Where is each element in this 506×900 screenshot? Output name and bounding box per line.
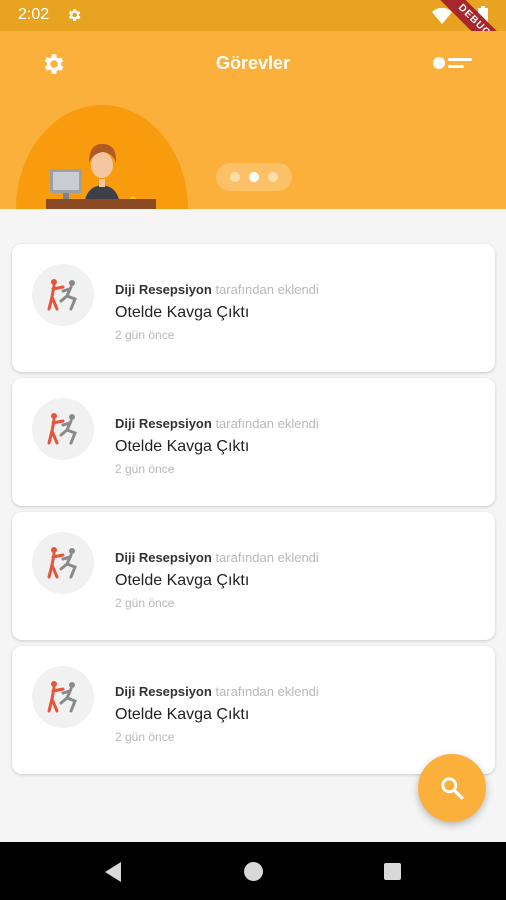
wifi-icon <box>432 8 452 24</box>
task-card[interactable]: Diji Resepsiyon tarafından eklendi Oteld… <box>12 646 495 774</box>
recents-icon[interactable] <box>384 863 401 880</box>
page-dot-2[interactable] <box>249 172 259 182</box>
task-author: Diji Resepsiyon <box>115 684 212 699</box>
task-time: 2 gün önce <box>115 328 175 342</box>
task-avatar <box>32 398 94 460</box>
task-added-by: tarafından eklendi <box>215 550 319 565</box>
task-card[interactable]: Diji Resepsiyon tarafından eklendi Oteld… <box>12 512 495 640</box>
task-author: Diji Resepsiyon <box>115 282 212 297</box>
task-added-by: tarafından eklendi <box>215 282 319 297</box>
back-icon[interactable] <box>103 861 123 883</box>
system-nav-bar <box>0 842 506 900</box>
task-time: 2 gün önce <box>115 730 175 744</box>
task-title: Otelde Kavga Çıktı <box>115 572 250 589</box>
task-avatar <box>32 264 94 326</box>
task-title: Otelde Kavga Çıktı <box>115 304 250 321</box>
task-meta: Diji Resepsiyon tarafından eklendi <box>115 550 319 565</box>
app-header: Görevler <box>0 31 506 209</box>
task-meta: Diji Resepsiyon tarafından eklendi <box>115 282 319 297</box>
task-title: Otelde Kavga Çıktı <box>115 438 250 455</box>
task-author: Diji Resepsiyon <box>115 416 212 431</box>
fight-icon <box>47 413 77 445</box>
page-dot-3[interactable] <box>268 172 278 182</box>
page-title: Görevler <box>215 53 291 73</box>
status-time: 2:02 <box>18 6 50 23</box>
page-indicator <box>216 163 292 191</box>
task-card[interactable]: Diji Resepsiyon tarafından eklendi Oteld… <box>12 378 495 506</box>
task-meta: Diji Resepsiyon tarafından eklendi <box>115 416 319 431</box>
task-added-by: tarafından eklendi <box>215 416 319 431</box>
gear-icon <box>68 9 81 21</box>
task-avatar <box>32 666 94 728</box>
home-icon[interactable] <box>244 862 263 881</box>
fight-icon <box>47 681 77 713</box>
fight-icon <box>47 279 77 311</box>
task-meta: Diji Resepsiyon tarafından eklendi <box>115 684 319 699</box>
page-dot-1[interactable] <box>230 172 240 182</box>
task-time: 2 gün önce <box>115 462 175 476</box>
receptionist-illustration <box>16 105 188 209</box>
fight-icon <box>47 547 77 579</box>
task-author: Diji Resepsiyon <box>115 550 212 565</box>
status-bar: 2:02 DEBUG <box>0 0 506 70</box>
task-avatar <box>32 532 94 594</box>
task-card[interactable]: Diji Resepsiyon tarafından eklendi Oteld… <box>12 244 495 372</box>
search-button[interactable] <box>418 754 486 822</box>
task-time: 2 gün önce <box>115 596 175 610</box>
search-icon <box>441 777 464 800</box>
task-title: Otelde Kavga Çıktı <box>115 706 250 723</box>
task-added-by: tarafından eklendi <box>215 684 319 699</box>
toggle-icon[interactable] <box>432 55 474 71</box>
